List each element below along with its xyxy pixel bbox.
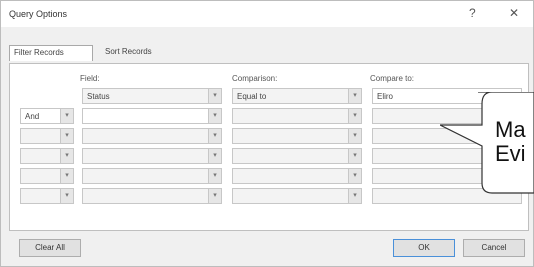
callout-line-2: Evi bbox=[495, 141, 526, 166]
chevron-down-icon[interactable]: ▾ bbox=[208, 169, 221, 183]
comparison-select[interactable]: Equal to ▾ bbox=[232, 88, 362, 104]
chevron-down-icon[interactable]: ▾ bbox=[60, 189, 73, 203]
chevron-down-icon[interactable]: ▾ bbox=[208, 129, 221, 143]
chevron-down-icon[interactable]: ▾ bbox=[60, 129, 73, 143]
chevron-down-icon[interactable]: ▾ bbox=[208, 149, 221, 163]
field-select[interactable]: ▾ bbox=[82, 108, 222, 124]
tab-sort-records[interactable]: Sort Records bbox=[101, 45, 156, 61]
logic-select[interactable]: ▾ bbox=[20, 128, 74, 144]
logic-select-value: And bbox=[25, 112, 40, 121]
logic-select[interactable]: ▾ bbox=[20, 168, 74, 184]
comparison-select[interactable]: ▾ bbox=[232, 128, 362, 144]
comparison-select[interactable]: ▾ bbox=[232, 148, 362, 164]
chevron-down-icon[interactable]: ▾ bbox=[348, 129, 361, 143]
logic-select[interactable]: And ▾ bbox=[20, 108, 74, 124]
chevron-down-icon[interactable]: ▾ bbox=[348, 189, 361, 203]
logic-select[interactable]: ▾ bbox=[20, 188, 74, 204]
field-header: Field: bbox=[80, 74, 100, 83]
callout-text: Ma Evi bbox=[495, 118, 526, 166]
comparison-select[interactable]: ▾ bbox=[232, 108, 362, 124]
chevron-down-icon[interactable]: ▾ bbox=[60, 149, 73, 163]
field-select[interactable]: Status ▾ bbox=[82, 88, 222, 104]
cancel-button[interactable]: Cancel bbox=[463, 239, 525, 257]
chevron-down-icon[interactable]: ▾ bbox=[208, 189, 221, 203]
title-bar: Query Options ? ✕ bbox=[1, 1, 533, 27]
help-icon[interactable]: ? bbox=[469, 6, 476, 20]
field-select-value: Status bbox=[87, 92, 110, 101]
logic-select[interactable]: ▾ bbox=[20, 148, 74, 164]
chevron-down-icon[interactable]: ▾ bbox=[348, 89, 361, 103]
ok-button[interactable]: OK bbox=[393, 239, 455, 257]
comparison-select[interactable]: ▾ bbox=[232, 168, 362, 184]
tab-filter-records[interactable]: Filter Records bbox=[9, 45, 93, 61]
chevron-down-icon[interactable]: ▾ bbox=[60, 169, 73, 183]
comparison-select-value: Equal to bbox=[237, 92, 267, 101]
dialog-title: Query Options bbox=[9, 9, 68, 19]
comparison-header: Comparison: bbox=[232, 74, 278, 83]
chevron-down-icon[interactable]: ▾ bbox=[348, 109, 361, 123]
chevron-down-icon[interactable]: ▾ bbox=[208, 89, 221, 103]
chevron-down-icon[interactable]: ▾ bbox=[208, 109, 221, 123]
field-select[interactable]: ▾ bbox=[82, 128, 222, 144]
comparison-select[interactable]: ▾ bbox=[232, 188, 362, 204]
clear-all-button[interactable]: Clear All bbox=[19, 239, 81, 257]
field-select[interactable]: ▾ bbox=[82, 148, 222, 164]
chevron-down-icon[interactable]: ▾ bbox=[348, 149, 361, 163]
compare-to-header: Compare to: bbox=[370, 74, 415, 83]
chevron-down-icon[interactable]: ▾ bbox=[348, 169, 361, 183]
field-select[interactable]: ▾ bbox=[82, 188, 222, 204]
compare-to-value: Eliro bbox=[377, 92, 394, 101]
close-icon[interactable]: ✕ bbox=[509, 6, 519, 20]
chevron-down-icon[interactable]: ▾ bbox=[60, 109, 73, 123]
field-select[interactable]: ▾ bbox=[82, 168, 222, 184]
callout-line-1: Ma bbox=[495, 117, 526, 142]
